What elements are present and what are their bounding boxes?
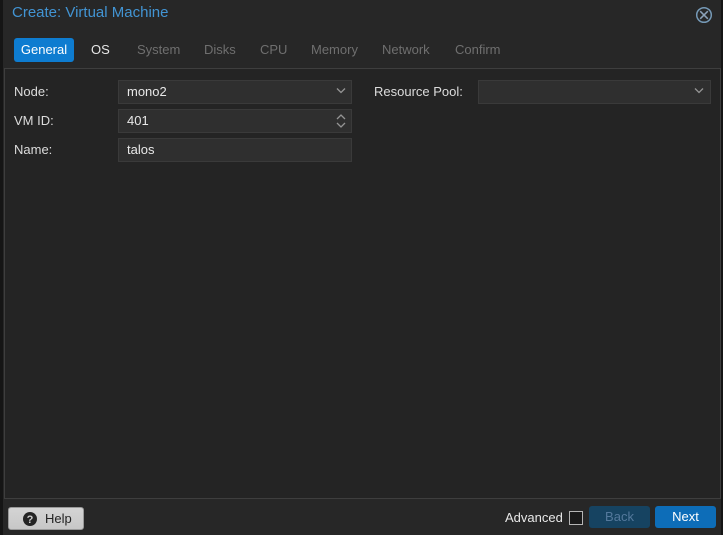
svg-text:?: ? — [27, 514, 34, 526]
